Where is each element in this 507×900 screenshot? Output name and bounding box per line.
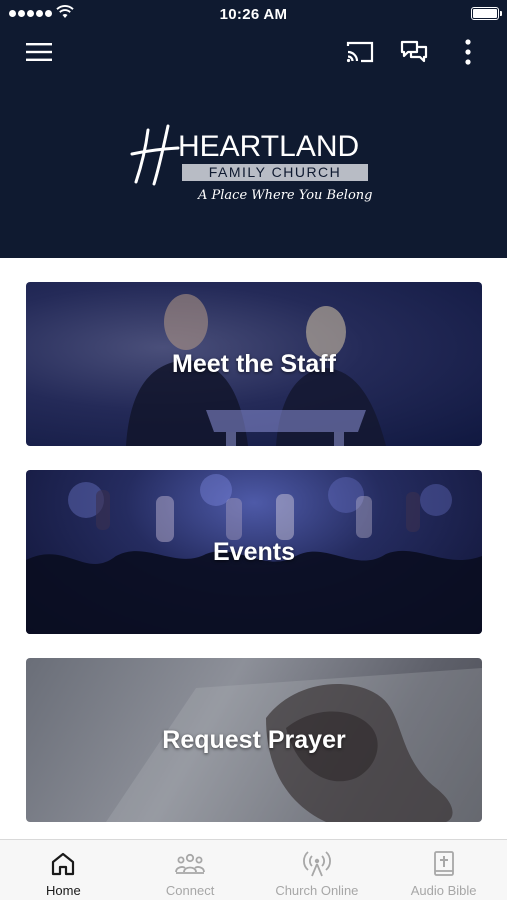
home-icon (52, 852, 75, 876)
battery-icon (471, 7, 502, 20)
logo-h-mark (130, 124, 180, 186)
events-card[interactable]: Events (26, 470, 482, 634)
card-title: Request Prayer (162, 725, 346, 754)
church-logo: HEARTLAND FAMILY CHURCH A Place Where Yo… (130, 124, 375, 216)
tab-label: Connect (165, 883, 215, 898)
more-options-button[interactable] (452, 36, 484, 68)
broadcast-icon (302, 851, 331, 877)
bible-icon (433, 851, 454, 876)
request-prayer-card[interactable]: Request Prayer (26, 658, 482, 822)
tab-audio-bible[interactable]: Audio Bible (380, 840, 507, 900)
people-icon (175, 853, 206, 874)
tab-label: Church Online (275, 883, 359, 898)
app-header: 10:26 AM HEARTLAND FAMILY CHURCH A Place… (0, 0, 507, 258)
menu-button[interactable] (23, 36, 55, 68)
tab-label: Home (46, 883, 81, 898)
meet-the-staff-card[interactable]: Meet the Staff (26, 282, 482, 446)
bottom-tab-bar: Home Connect Church Online Audio Bible (0, 839, 507, 900)
more-vertical-icon (465, 39, 471, 65)
card-title: Meet the Staff (172, 349, 336, 378)
logo-tagline: A Place Where You Belong (198, 188, 373, 203)
menu-icon (26, 43, 52, 61)
chat-icon (400, 40, 428, 63)
status-time: 10:26 AM (219, 6, 288, 23)
tab-connect[interactable]: Connect (127, 840, 254, 900)
cast-button[interactable] (344, 36, 376, 68)
tab-label: Audio Bible (410, 883, 477, 898)
tab-church-online[interactable]: Church Online (254, 840, 381, 900)
logo-subtitle: FAMILY CHURCH (182, 164, 368, 181)
card-title: Events (213, 537, 295, 566)
tab-home[interactable]: Home (0, 840, 127, 900)
cast-icon (346, 41, 374, 63)
chat-button[interactable] (398, 36, 430, 68)
logo-wordmark: HEARTLAND (178, 130, 360, 163)
status-bar: 10:26 AM (0, 0, 507, 28)
